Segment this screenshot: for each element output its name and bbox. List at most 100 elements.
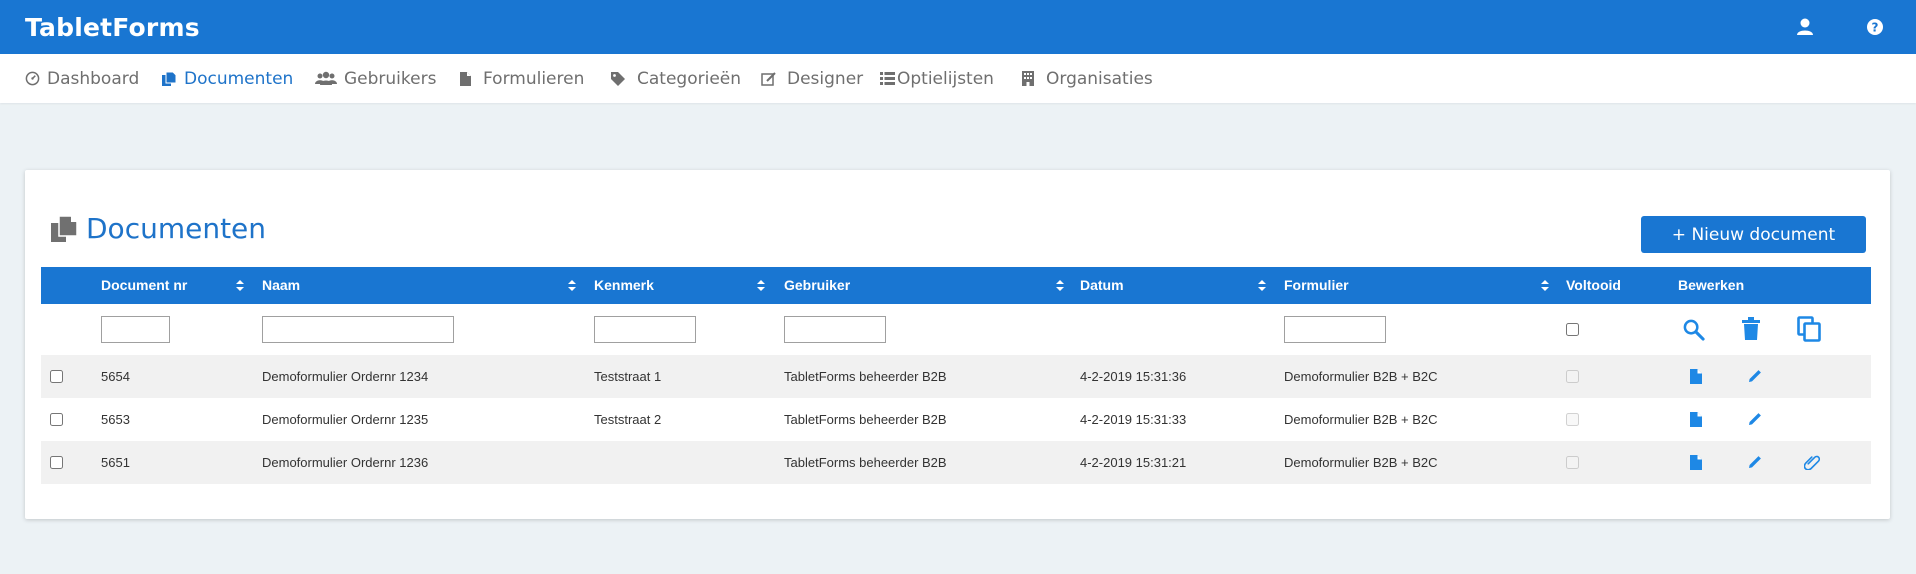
cell-document-nr: 5653 [101, 412, 130, 427]
filter-voltooid-checkbox[interactable] [1566, 323, 1579, 336]
nav-label: Documenten [184, 68, 294, 89]
pencil-icon[interactable] [1748, 412, 1762, 426]
list-icon [880, 72, 895, 85]
file-icon[interactable] [1690, 412, 1702, 427]
new-document-button[interactable]: + Nieuw document [1641, 216, 1866, 253]
nav-item-optielijsten[interactable]: Optielijsten [880, 54, 994, 103]
cell-document-nr: 5651 [101, 455, 130, 470]
cell-kenmerk: Teststraat 2 [594, 412, 662, 427]
nav-item-gebruikers[interactable]: Gebruikers [315, 54, 436, 103]
col-header-voltooid: Voltooid [1566, 277, 1621, 293]
table-body: 5654 Demoformulier Ordernr 1234 Teststra… [41, 355, 1871, 484]
row-select-checkbox[interactable] [50, 370, 63, 383]
col-label: Formulier [1284, 277, 1349, 293]
nav-label: Dashboard [47, 68, 140, 89]
cell-naam: Demoformulier Ordernr 1234 [262, 369, 429, 384]
pencil-icon[interactable] [1748, 455, 1762, 469]
col-header-bewerken: Bewerken [1678, 277, 1745, 293]
cell-gebruiker: TabletForms beheerder B2B [784, 412, 947, 427]
documents-card: Documenten + Nieuw document Document nr … [25, 170, 1890, 519]
nav-label: Categorieën [637, 68, 742, 89]
row-select-checkbox[interactable] [50, 413, 63, 426]
voltooid-checkbox [1566, 456, 1579, 469]
sort-icon [568, 280, 576, 291]
cell-gebruiker: TabletForms beheerder B2B [784, 369, 947, 384]
main-nav: Dashboard Documenten Gebruikers Formulie… [0, 54, 1916, 103]
sort-icon [1541, 280, 1549, 291]
file-icon[interactable] [1690, 369, 1702, 384]
filter-naam-input[interactable] [262, 316, 454, 343]
filter-document-nr-input[interactable] [101, 316, 170, 343]
table-header: Document nr Naam Kenmerk Gebruiker Datum… [41, 267, 1871, 304]
page-title-text: Documenten [86, 212, 267, 245]
col-header-document-nr[interactable]: Document nr [101, 267, 251, 304]
file-icon [460, 71, 471, 86]
cell-formulier: Demoformulier B2B + B2C [1284, 412, 1438, 427]
dashboard-icon [25, 71, 40, 86]
col-label: Document nr [101, 277, 188, 293]
nav-item-documenten[interactable]: Documenten [161, 54, 293, 103]
nav-label: Organisaties [1046, 68, 1153, 89]
col-header-naam[interactable]: Naam [262, 267, 582, 304]
nav-label: Optielijsten [897, 68, 994, 89]
nav-item-categorieen[interactable]: Categorieën [610, 54, 741, 103]
pencil-icon[interactable] [1748, 369, 1762, 383]
cell-formulier: Demoformulier B2B + B2C [1284, 455, 1438, 470]
documents-icon [51, 214, 78, 242]
documents-table: Document nr Naam Kenmerk Gebruiker Datum… [41, 267, 1871, 484]
nav-item-dashboard[interactable]: Dashboard [25, 54, 139, 103]
svg-text:?: ? [1872, 21, 1879, 35]
cell-gebruiker: TabletForms beheerder B2B [784, 455, 947, 470]
sort-icon [236, 280, 244, 291]
col-header-datum[interactable]: Datum [1080, 267, 1274, 304]
nav-label: Gebruikers [344, 68, 437, 89]
cell-datum: 4-2-2019 15:31:33 [1080, 412, 1187, 427]
col-header-gebruiker[interactable]: Gebruiker [784, 267, 1074, 304]
cell-datum: 4-2-2019 15:31:36 [1080, 369, 1187, 384]
col-label: Kenmerk [594, 277, 654, 293]
paperclip-icon[interactable] [1804, 454, 1820, 470]
edit-icon [761, 71, 776, 86]
page-title: Documenten [50, 212, 266, 245]
help-icon[interactable]: ? [1864, 16, 1886, 38]
col-label: Datum [1080, 277, 1124, 293]
voltooid-checkbox [1566, 370, 1579, 383]
row-select-checkbox[interactable] [50, 456, 63, 469]
table-row[interactable]: 5654 Demoformulier Ordernr 1234 Teststra… [41, 355, 1871, 398]
filter-kenmerk-input[interactable] [594, 316, 696, 343]
cell-document-nr: 5654 [101, 369, 130, 384]
filter-gebruiker-input[interactable] [784, 316, 886, 343]
sort-icon [1258, 280, 1266, 291]
voltooid-checkbox [1566, 413, 1579, 426]
table-row[interactable]: 5651 Demoformulier Ordernr 1236 TabletFo… [41, 441, 1871, 484]
sort-icon [1056, 280, 1064, 291]
user-icon[interactable] [1794, 16, 1816, 38]
nav-label: Designer [787, 68, 864, 89]
col-label: Gebruiker [784, 277, 851, 293]
cell-naam: Demoformulier Ordernr 1236 [262, 455, 429, 470]
cell-datum: 4-2-2019 15:31:21 [1080, 455, 1187, 470]
copy-icon[interactable] [1797, 316, 1822, 342]
top-bar: TabletForms ? [0, 0, 1916, 54]
col-label: Naam [262, 277, 301, 293]
documents-icon [162, 71, 177, 86]
filter-formulier-input[interactable] [1284, 316, 1386, 343]
tag-icon [611, 71, 625, 86]
app-title: TabletForms [25, 13, 200, 42]
nav-item-designer[interactable]: Designer [761, 54, 863, 103]
cell-formulier: Demoformulier B2B + B2C [1284, 369, 1438, 384]
table-row[interactable]: 5653 Demoformulier Ordernr 1235 Teststra… [41, 398, 1871, 441]
file-icon[interactable] [1690, 455, 1702, 470]
filter-row [41, 304, 1871, 355]
search-icon[interactable] [1682, 318, 1705, 341]
nav-item-organisaties[interactable]: Organisaties [1021, 54, 1153, 103]
nav-item-formulieren[interactable]: Formulieren [459, 54, 584, 103]
users-icon [315, 71, 337, 85]
col-header-kenmerk[interactable]: Kenmerk [594, 267, 774, 304]
col-header-formulier[interactable]: Formulier [1284, 267, 1554, 304]
nav-label: Formulieren [483, 68, 585, 89]
cell-kenmerk: Teststraat 1 [594, 369, 662, 384]
sort-icon [757, 280, 765, 291]
trash-icon[interactable] [1741, 317, 1761, 341]
cell-naam: Demoformulier Ordernr 1235 [262, 412, 429, 427]
